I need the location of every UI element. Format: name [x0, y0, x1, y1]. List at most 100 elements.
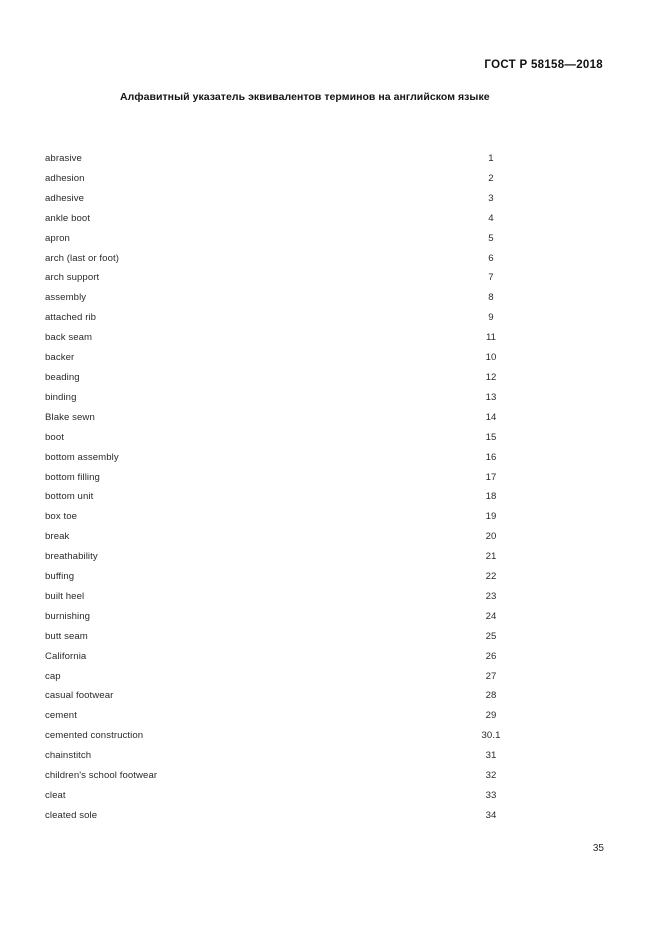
- index-entry-term: Blake sewn: [45, 411, 95, 423]
- index-entry-term: butt seam: [45, 630, 88, 642]
- index-entry-reference: 2: [488, 172, 494, 184]
- index-entry-term: attached rib: [45, 312, 97, 324]
- index-entry-reference: 32: [485, 770, 497, 782]
- index-entry-row: breathability 21: [45, 547, 585, 567]
- index-entry-term: burnishing: [45, 610, 91, 622]
- index-entry-row: California 26: [45, 647, 585, 667]
- index-entry-row: bottom filling 17: [45, 468, 585, 488]
- index-entry-term: cleat: [45, 790, 66, 801]
- index-entry-row: cement 29: [45, 706, 585, 726]
- index-entry-row: arch (last or foot) 6: [45, 249, 585, 269]
- index-entry-reference: 4: [488, 212, 494, 224]
- index-entry-reference: 20: [485, 531, 497, 543]
- index-entry-row: apron 5: [45, 229, 585, 249]
- index-entry-reference: 19: [485, 511, 497, 523]
- index-entry-reference: 29: [485, 710, 497, 722]
- index-entry-reference: 23: [485, 590, 497, 602]
- index-entry-reference: 1: [488, 153, 494, 164]
- index-entry-term: back seam: [45, 332, 93, 344]
- index-entry-term: adhesive: [45, 192, 85, 204]
- index-entry-term: abrasive: [45, 153, 82, 164]
- index-entry-row: Blake sewn 14: [45, 408, 585, 428]
- index-entry-row: cleat 33: [45, 786, 585, 806]
- index-entry-term: built heel: [45, 590, 85, 602]
- index-entry-reference: 21: [485, 551, 497, 563]
- index-entry-reference: 25: [485, 630, 497, 642]
- index-entry-reference: 34: [485, 809, 497, 821]
- index-entry-row: casual footwear 28: [45, 686, 585, 706]
- index-entry-reference: 24: [485, 610, 497, 622]
- index-entry-reference: 26: [485, 650, 497, 662]
- index-entry-row: adhesive 3: [45, 189, 585, 209]
- index-entry-row: beading 12: [45, 368, 585, 388]
- index-entry-term: breathability: [45, 551, 98, 563]
- index-entry-row: butt seam 25: [45, 627, 585, 647]
- index-entry-row: boot 15: [45, 428, 585, 448]
- index-entry-reference: 18: [485, 491, 497, 503]
- index-entry-row: bottom assembly 16: [45, 448, 585, 468]
- alphabetical-index-list: abrasive 1 adhesion 2 adhesive 3 ankle boot 4 ap…: [45, 149, 585, 826]
- index-entry-term: adhesion: [45, 172, 85, 184]
- index-entry-term: cemented construction: [45, 730, 144, 742]
- index-entry-term: assembly: [45, 292, 87, 304]
- index-entry-row: abrasive 1: [45, 149, 585, 169]
- standard-number-header: ГОСТ Р 58158—2018: [484, 59, 603, 71]
- index-entry-reference: 28: [485, 690, 497, 702]
- index-entry-row: cemented construction 30.1: [45, 726, 585, 746]
- index-entry-row: box toe 19: [45, 507, 585, 527]
- index-entry-term: arch (last or foot): [45, 252, 120, 264]
- index-entry-row: binding 13: [45, 388, 585, 408]
- index-entry-reference: 9: [488, 312, 494, 324]
- index-entry-row: bottom unit 18: [45, 487, 585, 507]
- index-entry-reference: 33: [485, 790, 497, 801]
- index-entry-reference: 16: [485, 451, 497, 463]
- index-entry-reference: 31: [485, 750, 497, 762]
- index-entry-row: backer 10: [45, 348, 585, 368]
- index-entry-term: cement: [45, 710, 77, 722]
- page-title: Алфавитный указатель эквивалентов термин…: [120, 91, 490, 103]
- index-entry-reference: 5: [488, 232, 494, 244]
- index-entry-row: cap 27: [45, 667, 585, 687]
- index-entry-term: ankle boot: [45, 212, 91, 224]
- index-entry-term: bottom assembly: [45, 451, 119, 463]
- index-entry-row: attached rib 9: [45, 308, 585, 328]
- index-entry-reference: 12: [485, 371, 497, 383]
- index-entry-row: buffing 22: [45, 567, 585, 587]
- page-folio-number: 35: [592, 843, 604, 854]
- index-entry-reference: 17: [485, 471, 497, 483]
- index-entry-term: children's school footwear: [45, 770, 158, 782]
- index-entry-row: back seam 11: [45, 328, 585, 348]
- index-entry-term: beading: [45, 371, 80, 383]
- index-entry-reference: 3: [488, 192, 494, 204]
- index-entry-reference: 11: [485, 332, 497, 344]
- index-entry-row: arch support 7: [45, 268, 585, 288]
- index-entry-term: cleated sole: [45, 809, 98, 821]
- index-entry-term: box toe: [45, 511, 78, 523]
- index-entry-term: arch support: [45, 272, 100, 284]
- index-entry-term: California: [45, 650, 87, 662]
- document-page: ГОСТ Р 58158—2018 Алфавитный указатель э…: [0, 0, 661, 935]
- index-entry-reference: 14: [485, 411, 497, 423]
- index-entry-row: built heel 23: [45, 587, 585, 607]
- index-entry-reference: 6: [488, 252, 494, 264]
- index-entry-term: casual footwear: [45, 690, 114, 702]
- index-entry-row: chainstitch 31: [45, 746, 585, 766]
- index-entry-row: break 20: [45, 527, 585, 547]
- index-entry-term: bottom unit: [45, 491, 94, 503]
- index-entry-term: apron: [45, 232, 70, 244]
- index-entry-term: buffing: [45, 571, 75, 583]
- index-entry-term: bottom filling: [45, 471, 100, 483]
- index-entry-reference: 7: [488, 272, 494, 284]
- index-entry-row: adhesion 2: [45, 169, 585, 189]
- index-entry-term: backer: [45, 352, 75, 364]
- index-entry-term: cap: [45, 670, 61, 682]
- index-entry-reference: 8: [488, 292, 494, 304]
- index-entry-row: cleated sole 34: [45, 806, 585, 826]
- index-entry-term: binding: [45, 391, 77, 403]
- index-entry-row: ankle boot 4: [45, 209, 585, 229]
- index-entry-reference: 15: [485, 431, 497, 443]
- index-entry-reference: 22: [485, 571, 497, 583]
- index-entry-reference: 10: [485, 352, 497, 364]
- index-entry-term: chainstitch: [45, 750, 92, 762]
- index-entry-reference: 13: [485, 391, 497, 403]
